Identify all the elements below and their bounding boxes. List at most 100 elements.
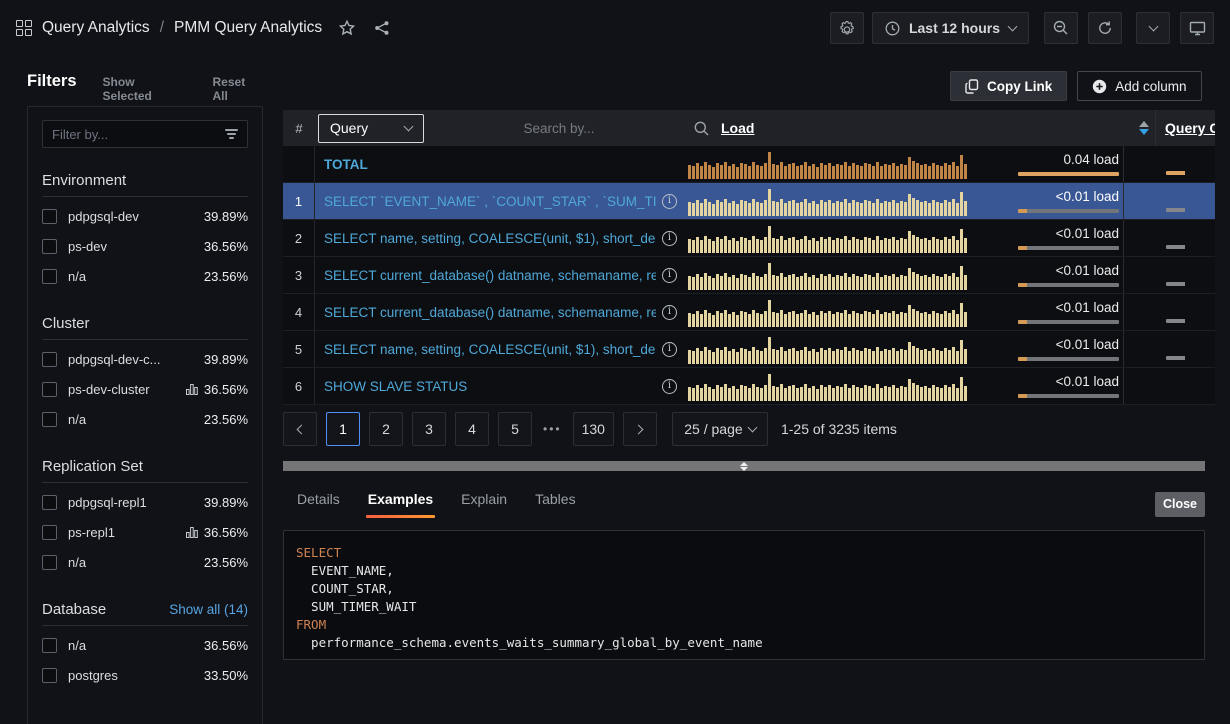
refresh-button[interactable] [1088,12,1122,44]
info-icon[interactable]: i [662,305,677,320]
panel-resize-handle[interactable] [283,461,1205,471]
query-count-cell [1123,146,1185,182]
checkbox[interactable] [42,495,57,510]
reset-all-button[interactable]: Reset All [213,75,263,103]
dimension-select[interactable]: Query [318,114,424,143]
filter-item[interactable]: ps-dev-cluster36.56% [42,374,248,404]
show-all-link[interactable]: Show all (14) [169,602,248,617]
info-icon[interactable]: i [662,194,677,209]
query-text[interactable]: SELECT `EVENT_NAME` , `COUNT_STAR` , `SU… [324,194,656,209]
next-page-button[interactable] [623,412,657,446]
filter-item-label: n/a [68,412,86,427]
info-icon[interactable]: i [662,231,677,246]
filter-item[interactable]: n/a 23.56% [42,404,248,434]
page-button[interactable]: 4 [455,412,489,446]
checkbox[interactable] [42,209,57,224]
filter-item[interactable]: postgres33.50% [42,660,248,690]
tab-examples[interactable]: Examples [368,491,433,518]
load-sparkline [685,183,985,219]
checkbox[interactable] [42,555,57,570]
close-details-button[interactable]: Close [1155,492,1205,517]
filter-item-value: 23.56% [204,412,248,427]
query-count-bar [1166,245,1185,249]
table-row[interactable]: 2SELECT name, setting, COALESCE(unit, $1… [283,220,1215,257]
checkbox[interactable] [42,525,57,540]
load-value: 0.04 load [1063,152,1119,167]
search-input[interactable] [424,121,694,136]
table-row[interactable]: 6SHOW SLAVE STATUSi<0.01 load [283,368,1215,405]
table-row[interactable]: 4 SELECT current_database() datname, sche… [283,294,1215,331]
query-cell: SHOW SLAVE STATUS i [315,368,685,404]
page-button[interactable]: 1 [326,412,360,446]
query-text[interactable]: SELECT name, setting, COALESCE(unit, $1)… [324,342,656,357]
filter-item[interactable]: ps-repl136.56% [42,517,248,547]
query-text[interactable]: SELECT current_database() datname, schem… [324,305,656,320]
row-number-header: # [283,121,315,136]
filter-section-header: DatabaseShow all (14) [42,601,248,618]
query-text[interactable]: SELECT current_database() datname, schem… [324,268,656,283]
page-button[interactable]: 2 [369,412,403,446]
filter-item[interactable]: pdpgsql-dev 39.89% [42,201,248,231]
filter-section: Clusterpdpgsql-dev-c...39.89%ps-dev-clus… [42,315,248,434]
table-row[interactable]: 5 SELECT name, setting, COALESCE(unit, $1… [283,331,1215,368]
filter-item-percent: 39.89% [204,209,248,224]
checkbox[interactable] [42,239,57,254]
checkbox[interactable] [42,412,57,427]
bar-chart-icon[interactable] [186,383,198,395]
table-row[interactable]: 3SELECT current_database() datname, sche… [283,257,1215,294]
zoom-out-button[interactable] [1044,12,1078,44]
query-text[interactable]: TOTAL [324,157,677,172]
filter-item[interactable]: n/a36.56% [42,630,248,660]
add-column-button[interactable]: Add column [1077,71,1201,101]
checkbox[interactable] [42,382,57,397]
info-icon[interactable]: i [662,379,677,394]
query-count-header-label[interactable]: Query Count [1165,120,1215,136]
filter-item-label: pdpgsql-dev [68,209,139,224]
checkbox[interactable] [42,668,57,683]
filter-item[interactable]: pdpgsql-dev-c...39.89% [42,344,248,374]
load-header-label[interactable]: Load [721,120,754,136]
show-selected-button[interactable]: Show Selected [103,75,187,103]
row-number: 5 [283,331,315,367]
tab-explain[interactable]: Explain [461,491,507,518]
time-range-picker[interactable]: Last 12 hours [872,12,1029,44]
pagination-ellipsis[interactable]: ••• [541,422,564,436]
favorite-star-icon[interactable] [338,19,356,37]
filter-item[interactable]: pdpgsql-repl139.89% [42,487,248,517]
breadcrumb-section[interactable]: Query Analytics [42,19,150,37]
copy-link-button[interactable]: Copy Link [950,71,1067,101]
info-icon[interactable]: i [662,342,677,357]
sql-example-panel: SELECT EVENT_NAME, COUNT_STAR, SUM_TIMER… [283,530,1205,660]
top-navigation-bar: Query Analytics / PMM Query Analytics La… [0,0,1230,56]
share-icon[interactable] [374,20,390,36]
page-button[interactable]: 3 [412,412,446,446]
checkbox[interactable] [42,269,57,284]
search-icon[interactable] [694,121,709,136]
table-row[interactable]: 1SELECT `EVENT_NAME` , `COUNT_STAR` , `S… [283,183,1215,220]
filter-item[interactable]: ps-dev36.56% [42,231,248,261]
last-page-button[interactable]: 130 [573,412,614,446]
refresh-interval-dropdown[interactable] [1136,12,1170,44]
dashboard-settings-button[interactable] [830,12,864,44]
checkbox[interactable] [42,638,57,653]
query-count-bar [1166,171,1185,175]
table-row-total[interactable]: TOTAL 0.04 load [283,146,1215,183]
tab-details[interactable]: Details [297,491,340,518]
prev-page-button[interactable] [283,412,317,446]
filter-search-input[interactable]: Filter by... [42,120,248,148]
query-text[interactable]: SELECT name, setting, COALESCE(unit, $1)… [324,231,656,246]
bar-chart-icon[interactable] [186,526,198,538]
filter-item[interactable]: n/a23.56% [42,261,248,291]
query-text[interactable]: SHOW SLAVE STATUS [324,379,656,394]
checkbox[interactable] [42,352,57,367]
info-icon[interactable]: i [662,268,677,283]
tab-tables[interactable]: Tables [535,491,575,518]
page-size-select[interactable]: 25 / page [672,412,768,446]
page-button[interactable]: 5 [498,412,532,446]
row-number: 4 [283,294,315,330]
query-cell: SELECT `EVENT_NAME` , `COUNT_STAR` , `SU… [315,183,685,219]
kiosk-mode-button[interactable] [1180,12,1214,44]
sort-icon[interactable] [1139,121,1149,135]
query-count-cell [1123,220,1185,256]
filter-item[interactable]: n/a23.56% [42,547,248,577]
